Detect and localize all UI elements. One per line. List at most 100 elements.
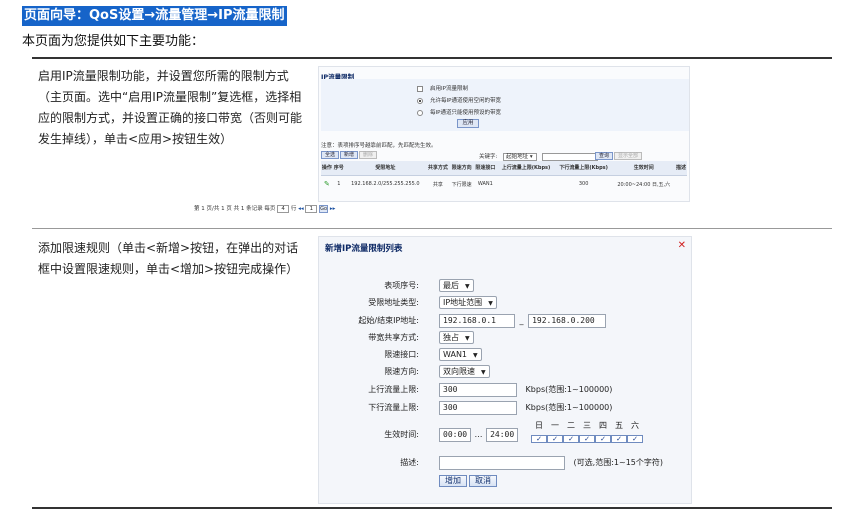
cancel-button[interactable]: 取消 (469, 475, 497, 487)
up-input[interactable]: 300 (439, 382, 517, 397)
col-header: 序号 (332, 161, 345, 176)
day-checkbox[interactable]: ✓ (627, 435, 643, 443)
day-checkbox[interactable]: ✓ (611, 435, 627, 443)
row-addr-type: 受限地址类型: IP地址范围 ▼ (319, 295, 691, 311)
cell-desc (675, 175, 687, 193)
addr-type-label: 受限地址类型: (368, 298, 419, 307)
col-header: 限速方向 (449, 161, 474, 176)
cell-address: 192.168.2.0/255.255.255.0 (351, 181, 420, 188)
desc-label: 描述: (400, 458, 419, 467)
day-checkbox[interactable]: ✓ (579, 435, 595, 443)
cell-upload (497, 175, 555, 193)
col-header: 操作 (321, 161, 333, 176)
day-checkbox[interactable]: ✓ (563, 435, 579, 443)
radio-share-idle[interactable] (417, 97, 423, 104)
cell-time: 20:00~24:00 日,五,六 (617, 181, 671, 188)
edit-icon[interactable]: ✎ (321, 175, 333, 193)
col-header: 限速接口 (473, 161, 498, 176)
search-buttons: 查询 显示全部 (595, 152, 643, 160)
first-page-icon[interactable]: ◂◂ (298, 206, 304, 212)
seq-label: 表项序号: (384, 281, 419, 290)
keyword-select[interactable]: 起始地址 ▾ (503, 153, 538, 161)
cell-download: 300 (578, 181, 589, 188)
cell-direction: 下行限速 (451, 181, 472, 188)
add-button[interactable]: 增加 (439, 475, 467, 487)
pager-rows-label: 行 (290, 206, 297, 212)
close-icon[interactable]: ✕ (678, 241, 686, 251)
enable-option[interactable]: 启用IP流量限制 (417, 84, 468, 92)
row-download: 下行流量上限: 300 Kbps(范围:1~100000) (319, 400, 691, 416)
page-nav-title: 页面向导：QoS设置→流量管理→IP流量限制 (22, 6, 287, 26)
divider-middle (32, 228, 832, 229)
down-label: 下行流量上限: (368, 403, 419, 412)
section1-description: 启用IP流量限制功能，并设置您所需的限制方式（主页面。选中“启用IP流量限制”复… (38, 69, 303, 146)
ip-end-input[interactable]: 192.168.0.200 (528, 313, 607, 328)
search-button[interactable]: 查询 (595, 152, 614, 160)
option-preset-only[interactable]: 每IP通道只能使用预设的带宽 (417, 108, 501, 116)
row-ip-range: 起始/结束IP地址: 192.168.0.1 _ 192.168.0.200 (319, 313, 691, 329)
col-header: 下行流量上限(Kbps) (554, 161, 613, 176)
enable-checkbox[interactable] (417, 85, 423, 92)
option1-label: 允许每IP通道使用空闲的带宽 (430, 98, 501, 104)
rules-table: 操作 序号 受限地址 共享方式 限速方向 限速接口 上行流量上限(Kbps) 下… (321, 161, 687, 193)
dir-label: 限速方向: (384, 367, 419, 376)
new-button[interactable]: 新增 (340, 151, 359, 159)
ip-flow-limit-panel: IP流量限制 启用IP流量限制 允许每IP通道使用空闲的带宽 每IP通道只能使用… (318, 66, 690, 202)
iface-label: 限速接口: (384, 350, 419, 359)
time-start-input[interactable]: 00:00 (439, 427, 471, 442)
day-checkbox[interactable]: ✓ (595, 435, 611, 443)
show-all-button[interactable]: 显示全部 (614, 152, 643, 160)
down-input[interactable]: 300 (439, 400, 517, 415)
divider-top (32, 57, 832, 59)
ip-range-label: 起始/结束IP地址: (358, 316, 419, 325)
panel-options-area: 启用IP流量限制 允许每IP通道使用空闲的带宽 每IP通道只能使用预设的带宽 应… (321, 79, 689, 131)
cell-seq: 1 (337, 181, 341, 188)
dir-select[interactable]: 双向限速 ▼ (439, 365, 490, 378)
col-header: 共享方式 (425, 161, 450, 176)
weekday-checkboxes: ✓ ✓ ✓ ✓ ✓ ✓ ✓ (531, 434, 643, 443)
keyword-label: 关键字: (479, 154, 498, 160)
desc-input[interactable] (439, 455, 565, 470)
day-checkbox[interactable]: ✓ (547, 435, 563, 443)
cell-share: 共享 (432, 181, 443, 188)
addr-type-select[interactable]: IP地址范围 ▼ (439, 296, 497, 309)
divider-bottom (32, 507, 832, 509)
delete-button[interactable]: 删除 (359, 151, 378, 159)
row-seq: 表项序号: 最后 ▼ (319, 278, 691, 294)
page-input[interactable]: 1 (305, 204, 318, 213)
select-all-button[interactable]: 全选 (321, 151, 340, 159)
iface-select[interactable]: WAN1 ▼ (439, 348, 482, 361)
section2-description: 添加限速规则（单击<新增>按钮，在弹出的对话框中设置限速规则，单击<增加>按钮完… (38, 241, 299, 276)
add-rule-dialog: 新增IP流量限制列表 ✕ 表项序号: 最后 ▼ 受限地址类型: IP地址范围 ▼ 起… (318, 236, 692, 504)
note-text: 注意：表项排序号越靠前匹配，先匹配先生效。 (321, 143, 437, 149)
share-select[interactable]: 独占 ▼ (439, 331, 474, 344)
row-desc: 描述: (可选,范围:1~15个字符) (319, 455, 691, 471)
last-page-icon[interactable]: ▸▸ (330, 206, 336, 212)
up-label: 上行流量上限: (368, 385, 419, 394)
apply-button[interactable]: 应用 (457, 119, 479, 128)
per-page-input[interactable]: 4 (277, 204, 290, 213)
row-direction: 限速方向: 双向限速 ▼ (319, 364, 691, 380)
option-share-idle[interactable]: 允许每IP通道使用空闲的带宽 (417, 96, 501, 104)
dialog-actions: 增加 取消 (319, 473, 691, 489)
radio-preset-only[interactable] (417, 109, 423, 116)
ip-start-input[interactable]: 192.168.0.1 (439, 313, 515, 328)
intro-text: 本页面为您提供如下主要功能： (22, 34, 205, 49)
up-unit: Kbps(范围:1~100000) (525, 385, 613, 394)
row-interface: 限速接口: WAN1 ▼ (319, 347, 691, 363)
seq-select[interactable]: 最后 ▼ (439, 279, 474, 292)
dialog-title: 新增IP流量限制列表 (325, 244, 403, 254)
day-checkbox[interactable]: ✓ (531, 435, 547, 443)
enable-label: 启用IP流量限制 (430, 86, 468, 92)
keyword-input[interactable] (541, 152, 598, 161)
pager-text: 第 1 页/共 1 页 共 1 条记录 每页 (194, 206, 276, 212)
col-header: 生效时间 (612, 161, 676, 176)
table-header-row: 操作 序号 受限地址 共享方式 限速方向 限速接口 上行流量上限(Kbps) 下… (321, 161, 687, 176)
col-header: 上行流量上限(Kbps) (497, 161, 555, 176)
pagination: 第 1 页/共 1 页 共 1 条记录 每页 4 行 ◂◂ 1 Go ▸▸ (194, 204, 335, 213)
time-end-input[interactable]: 24:00 (486, 427, 519, 442)
go-button[interactable]: Go (319, 204, 329, 213)
share-label: 带宽共享方式: (368, 333, 419, 342)
cell-interface: WAN1 (477, 181, 493, 188)
col-header: 描述 (675, 161, 687, 176)
